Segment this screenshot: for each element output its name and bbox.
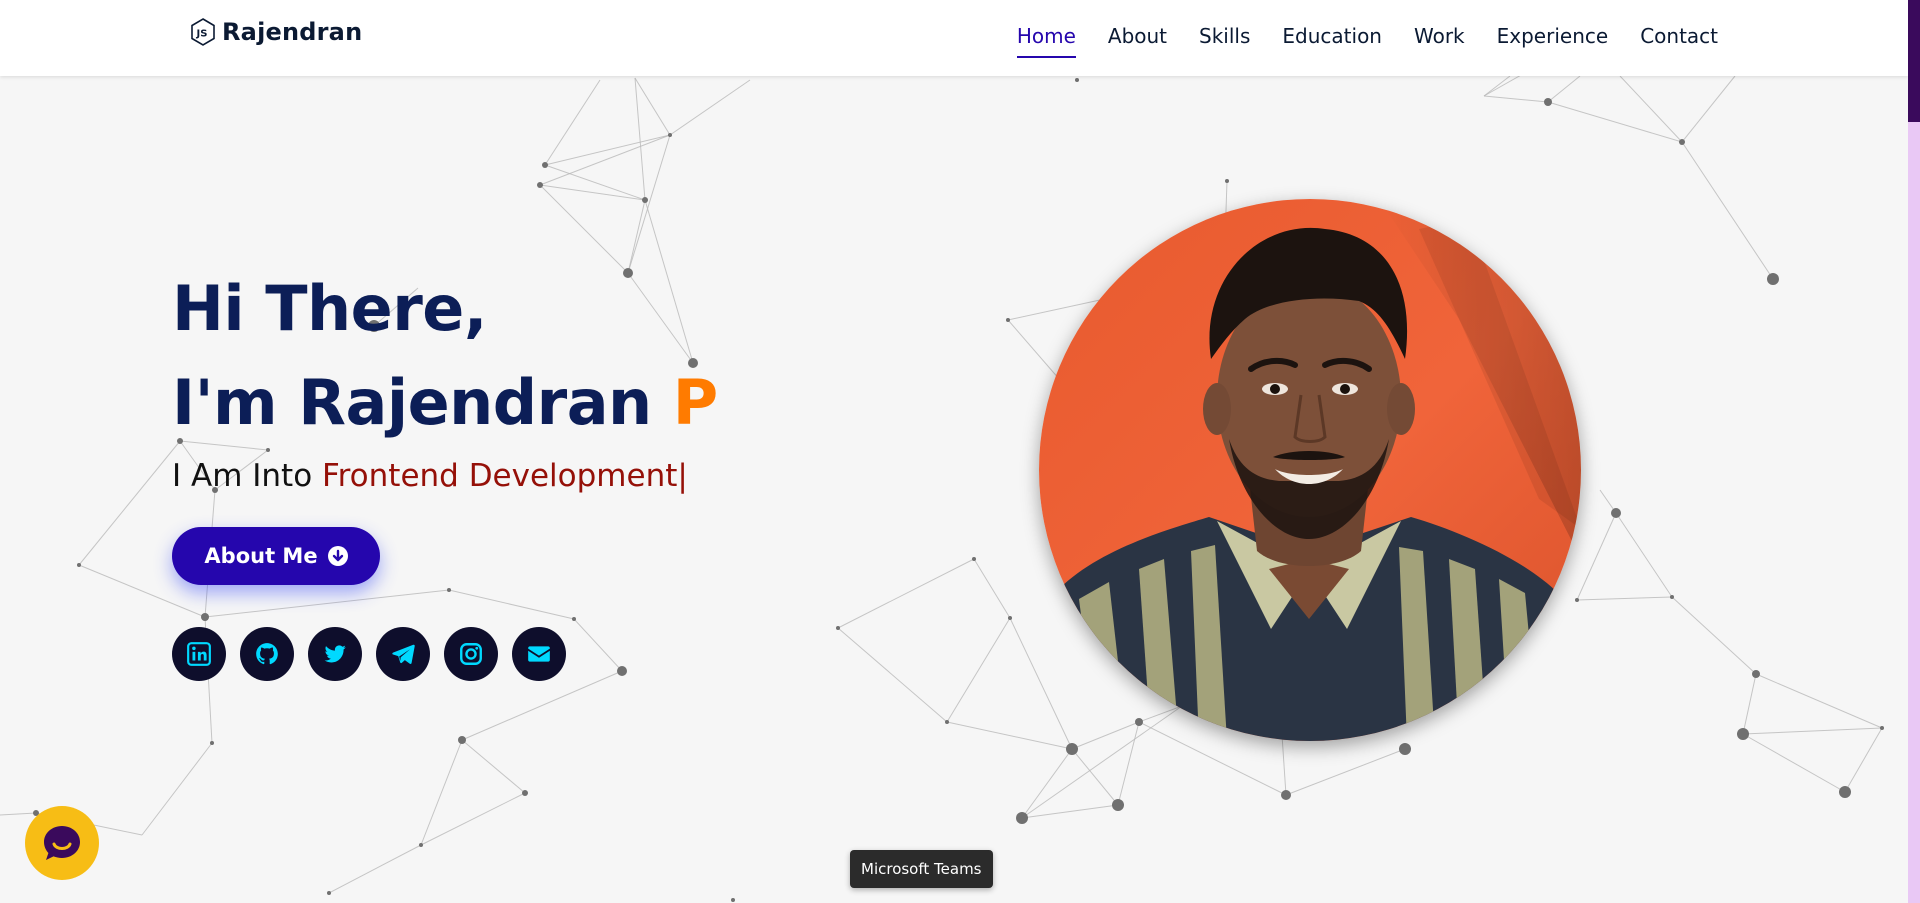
chat-bubble-icon: [44, 826, 80, 860]
node-js-icon: JS: [191, 18, 215, 46]
instagram-icon: [460, 643, 482, 665]
linkedin-icon: [187, 642, 211, 666]
brand-name: Rajendran: [222, 18, 363, 46]
telegram-link[interactable]: [376, 627, 430, 681]
github-icon: [256, 643, 278, 665]
hero-intro-name: I'm Rajendran: [172, 366, 652, 439]
page-scrollbar[interactable]: [1908, 0, 1920, 903]
nav-work[interactable]: Work: [1414, 24, 1465, 52]
arrow-circle-down-icon: [327, 546, 348, 566]
about-me-button[interactable]: About Me: [172, 527, 380, 585]
hero-greeting: Hi There,: [172, 272, 487, 345]
telegram-icon: [392, 644, 415, 664]
social-links: [172, 627, 566, 681]
github-link[interactable]: [240, 627, 294, 681]
nav-skills[interactable]: Skills: [1199, 24, 1250, 52]
email-link[interactable]: [512, 627, 566, 681]
hero-intro: I'm Rajendran P: [172, 356, 718, 450]
twitter-link[interactable]: [308, 627, 362, 681]
profile-portrait: [1039, 199, 1581, 741]
chat-widget-button[interactable]: [25, 806, 99, 880]
typing-caret: |: [677, 458, 688, 494]
about-me-button-label: About Me: [204, 544, 318, 568]
page: JS Rajendran Home About Skills Education…: [0, 0, 1920, 903]
nav-contact[interactable]: Contact: [1640, 24, 1718, 52]
taskbar-tooltip: Microsoft Teams: [850, 850, 993, 888]
hero-intro-highlight: P: [672, 366, 718, 439]
main-nav: Home About Skills Education Work Experie…: [1016, 0, 1718, 76]
scrollbar-thumb[interactable]: [1908, 0, 1920, 122]
twitter-icon: [324, 645, 346, 663]
navbar: JS Rajendran Home About Skills Education…: [0, 0, 1908, 76]
profile-photo: [1039, 199, 1581, 741]
hero-tagline: I Am Into Frontend Development|: [172, 454, 718, 498]
envelope-icon: [528, 646, 550, 662]
nav-education[interactable]: Education: [1282, 24, 1382, 52]
tagline-prefix: I Am Into: [172, 458, 313, 494]
nav-about[interactable]: About: [1108, 24, 1167, 52]
hero-section: Hi There, I'm Rajendran P I Am Into Fron…: [172, 262, 718, 498]
linkedin-link[interactable]: [172, 627, 226, 681]
typed-text: Frontend Development: [322, 458, 678, 494]
instagram-link[interactable]: [444, 627, 498, 681]
nav-home[interactable]: Home: [1016, 24, 1076, 58]
svg-text:JS: JS: [196, 29, 208, 40]
brand-logo[interactable]: JS Rajendran: [190, 18, 362, 46]
nav-experience[interactable]: Experience: [1497, 24, 1609, 52]
